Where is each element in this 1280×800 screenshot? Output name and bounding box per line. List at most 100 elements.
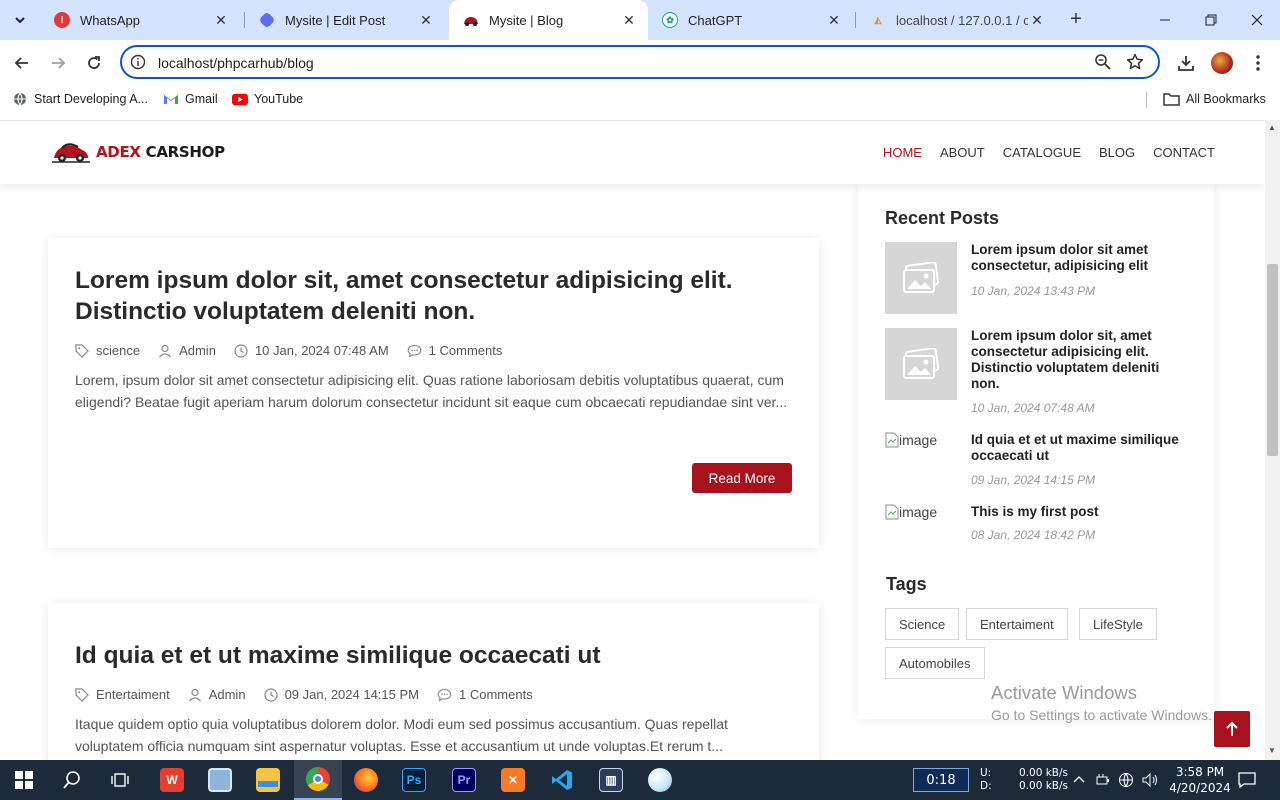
post-comments[interactable]: 1 Comments	[407, 343, 502, 358]
post-title[interactable]: Lorem ipsum dolor sit, amet consectetur …	[75, 265, 792, 327]
chevron-up-icon[interactable]	[1072, 774, 1086, 784]
search-icon	[63, 771, 80, 789]
read-more-button[interactable]: Read More	[692, 463, 792, 493]
recent-post-item[interactable]: Lorem ipsum dolor sit, amet consectetur …	[885, 328, 1185, 424]
scroll-down-arrow-icon[interactable]: ▼	[1268, 746, 1276, 755]
broken-image-icon	[885, 432, 899, 448]
forward-button[interactable]	[45, 50, 71, 76]
tab-whatsapp[interactable]: ! WhatsApp ✕	[40, 0, 240, 40]
tab-phpmyadmin[interactable]: ◭ localhost / 127.0.0.1 / car ✕	[856, 0, 1056, 40]
folder-icon	[256, 768, 280, 792]
nav-catalogue[interactable]: CATALOGUE	[1003, 145, 1081, 160]
battery-power-icon[interactable]	[1095, 772, 1111, 788]
post-date: 10 Jan, 2024 07:48 AM	[234, 343, 389, 358]
tag-lifestyle[interactable]: LifeStyle	[1079, 608, 1157, 640]
recent-post-title[interactable]: This is my first post	[971, 504, 1185, 520]
recent-post-item[interactable]: image Id quia et et ut maxime similique …	[885, 432, 1185, 492]
timer-widget[interactable]: 0:18	[913, 768, 969, 792]
xampp-icon: ✕	[501, 768, 525, 792]
tab-edit-post[interactable]: Mysite | Edit Post ✕	[245, 0, 445, 40]
recent-post-item[interactable]: Lorem ipsum dolor sit amet consectetur, …	[885, 242, 1185, 322]
speaker-icon[interactable]	[1141, 772, 1159, 788]
tab-title: Mysite | Blog	[489, 12, 564, 28]
all-bookmarks-label: All Bookmarks	[1186, 92, 1266, 106]
nav-about[interactable]: ABOUT	[940, 145, 985, 160]
start-button[interactable]	[0, 760, 48, 800]
system-clock[interactable]: 3:58 PM 4/20/2024	[1160, 764, 1240, 796]
bookmark-star-icon[interactable]	[1126, 53, 1144, 71]
net-download-speed: 0.00 kB/s	[1019, 780, 1069, 792]
post-excerpt: Itaque quidem optio quia voluptatibus do…	[75, 716, 728, 754]
image-placeholder-icon[interactable]	[885, 328, 957, 400]
close-tab-icon[interactable]: ✕	[417, 12, 435, 29]
nav-home[interactable]: HOME	[883, 145, 922, 160]
close-tab-icon[interactable]: ✕	[825, 12, 843, 29]
back-button[interactable]	[9, 50, 35, 76]
net-upload-label: U:	[980, 767, 992, 779]
tag-entertaiment[interactable]: Entertaiment	[966, 608, 1068, 640]
bookmark-start-developing[interactable]: Start Developing A...	[12, 92, 148, 106]
arrow-left-icon	[14, 57, 28, 69]
post-comments[interactable]: 1 Comments	[437, 687, 533, 702]
globe-network-icon[interactable]	[1118, 772, 1134, 788]
profile-button[interactable]	[1209, 50, 1235, 76]
nav-contact[interactable]: CONTACT	[1153, 145, 1215, 160]
address-bar[interactable]: localhost/phpcarhub/blog	[120, 45, 1160, 79]
zoom-icon[interactable]	[1094, 53, 1112, 71]
recent-post-title[interactable]: Lorem ipsum dolor sit, amet consectetur …	[971, 328, 1185, 392]
scroll-up-arrow-icon[interactable]: ▲	[1268, 123, 1276, 132]
tab-search-button[interactable]	[6, 6, 34, 34]
tab-blog[interactable]: Mysite | Blog ✕	[449, 0, 648, 40]
post-title[interactable]: Id quia et et ut maxime similique occaec…	[75, 640, 792, 671]
recent-post-item[interactable]: image This is my first post 08 Jan, 2024…	[885, 504, 1185, 544]
taskbar-wps[interactable]: W	[148, 760, 196, 800]
close-tab-icon[interactable]: ✕	[1028, 12, 1046, 29]
search-button[interactable]	[48, 760, 96, 800]
nav-blog[interactable]: BLOG	[1099, 145, 1135, 160]
broken-image[interactable]: image	[885, 432, 937, 448]
downloads-button[interactable]	[1173, 50, 1199, 76]
taskbar-firefox[interactable]	[342, 760, 390, 800]
tab-title: localhost / 127.0.0.1 / car	[896, 12, 1028, 28]
close-tab-icon[interactable]: ✕	[212, 12, 230, 29]
scrollbar-thumb[interactable]	[1267, 264, 1278, 456]
broken-image[interactable]: image	[885, 504, 937, 520]
bookmark-youtube[interactable]: YouTube	[232, 92, 303, 106]
user-icon	[159, 344, 172, 357]
taskbar-paint[interactable]	[636, 760, 684, 800]
taskbar-premiere[interactable]: Pr	[440, 760, 488, 800]
taskbar-remote-desktop[interactable]	[196, 760, 244, 800]
tag-science[interactable]: Science	[885, 608, 960, 640]
reload-button[interactable]	[81, 50, 107, 76]
post-tag[interactable]: science	[75, 343, 140, 358]
taskbar-photoshop[interactable]: Ps	[390, 760, 438, 800]
recent-post-title[interactable]: Id quia et et ut maxime similique occaec…	[971, 432, 1185, 464]
post-tag[interactable]: Entertaiment	[75, 687, 170, 702]
taskbar-chrome[interactable]	[294, 760, 342, 800]
taskbar-xampp[interactable]: ✕	[489, 760, 537, 800]
bookmark-gmail[interactable]: Gmail	[163, 92, 218, 106]
tab-chatgpt[interactable]: ✿ ChatGPT ✕	[648, 0, 853, 40]
page-scrollbar[interactable]: ▲ ▼	[1265, 120, 1280, 760]
site-info-icon[interactable]	[130, 54, 146, 70]
restore-button[interactable]	[1188, 0, 1234, 40]
close-tab-icon[interactable]: ✕	[620, 12, 638, 29]
all-bookmarks-button[interactable]: All Bookmarks	[1162, 92, 1266, 106]
taskbar-vscode[interactable]	[538, 760, 586, 800]
new-tab-button[interactable]: +	[1064, 8, 1088, 32]
taskbar-file-explorer[interactable]	[244, 760, 292, 800]
url-text[interactable]: localhost/phpcarhub/blog	[158, 55, 314, 71]
recent-post-title[interactable]: Lorem ipsum dolor sit amet consectetur, …	[971, 242, 1185, 274]
tag-automobiles[interactable]: Automobiles	[885, 647, 985, 679]
browser-menu-button[interactable]	[1245, 50, 1271, 76]
notifications-icon[interactable]	[1238, 771, 1256, 789]
recent-post-date: 08 Jan, 2024 18:42 PM	[971, 528, 1096, 542]
minimize-button[interactable]	[1142, 0, 1188, 40]
close-window-button[interactable]	[1234, 0, 1280, 40]
clock-icon	[263, 687, 278, 702]
image-placeholder-icon[interactable]	[885, 242, 957, 314]
task-view-button[interactable]	[96, 760, 144, 800]
site-logo[interactable]: ADEX CARSHOP	[52, 140, 225, 164]
taskbar-app-generic[interactable]: ▥	[587, 760, 635, 800]
scroll-to-top-button[interactable]	[1214, 711, 1250, 747]
